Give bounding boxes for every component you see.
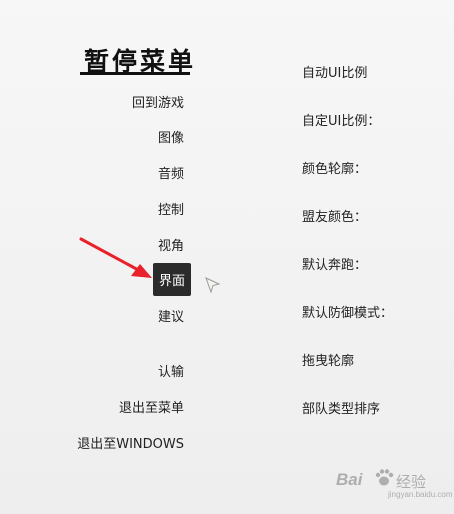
setting-drag-outline[interactable]: 拖曳轮廓 — [302, 350, 354, 369]
setting-default-run[interactable]: 默认奔跑： — [302, 254, 367, 273]
setting-default-defense-mode[interactable]: 默认防御模式： — [302, 302, 393, 321]
menu-item-controls[interactable]: 控制 — [158, 199, 184, 218]
menu-item-quit-to-menu[interactable]: 退出至菜单 — [119, 397, 184, 416]
watermark-site: 经验 — [396, 473, 427, 491]
watermark-logo: Bai — [336, 470, 363, 489]
setting-custom-ui-scale[interactable]: 自定UI比例： — [302, 110, 380, 129]
menu-item-audio[interactable]: 音频 — [158, 163, 184, 182]
title-underline — [80, 72, 190, 75]
menu-item-resume[interactable]: 回到游戏 — [132, 92, 184, 111]
watermark-url: jingyan.baidu.com — [388, 490, 453, 499]
setting-ally-color[interactable]: 盟友颜色： — [302, 206, 367, 225]
menu-item-suggestions[interactable]: 建议 — [158, 306, 184, 325]
baidu-watermark: Bai 经验 jingyan.baidu.com — [336, 466, 452, 502]
setting-unit-type-sort[interactable]: 部队类型排序 — [302, 398, 380, 417]
red-arrow-icon — [79, 237, 152, 278]
menu-item-surrender[interactable]: 认输 — [158, 361, 184, 380]
menu-item-camera[interactable]: 视角 — [158, 235, 184, 254]
menu-item-quit-to-windows[interactable]: 退出至WINDOWS — [77, 433, 184, 452]
menu-item-graphics[interactable]: 图像 — [158, 127, 184, 146]
paw-icon — [375, 469, 394, 486]
setting-auto-ui-scale[interactable]: 自动UI比例 — [302, 62, 367, 81]
mouse-cursor-icon — [205, 277, 221, 294]
menu-item-interface[interactable]: 界面 — [152, 263, 191, 296]
setting-color-outline[interactable]: 颜色轮廓： — [302, 158, 367, 177]
